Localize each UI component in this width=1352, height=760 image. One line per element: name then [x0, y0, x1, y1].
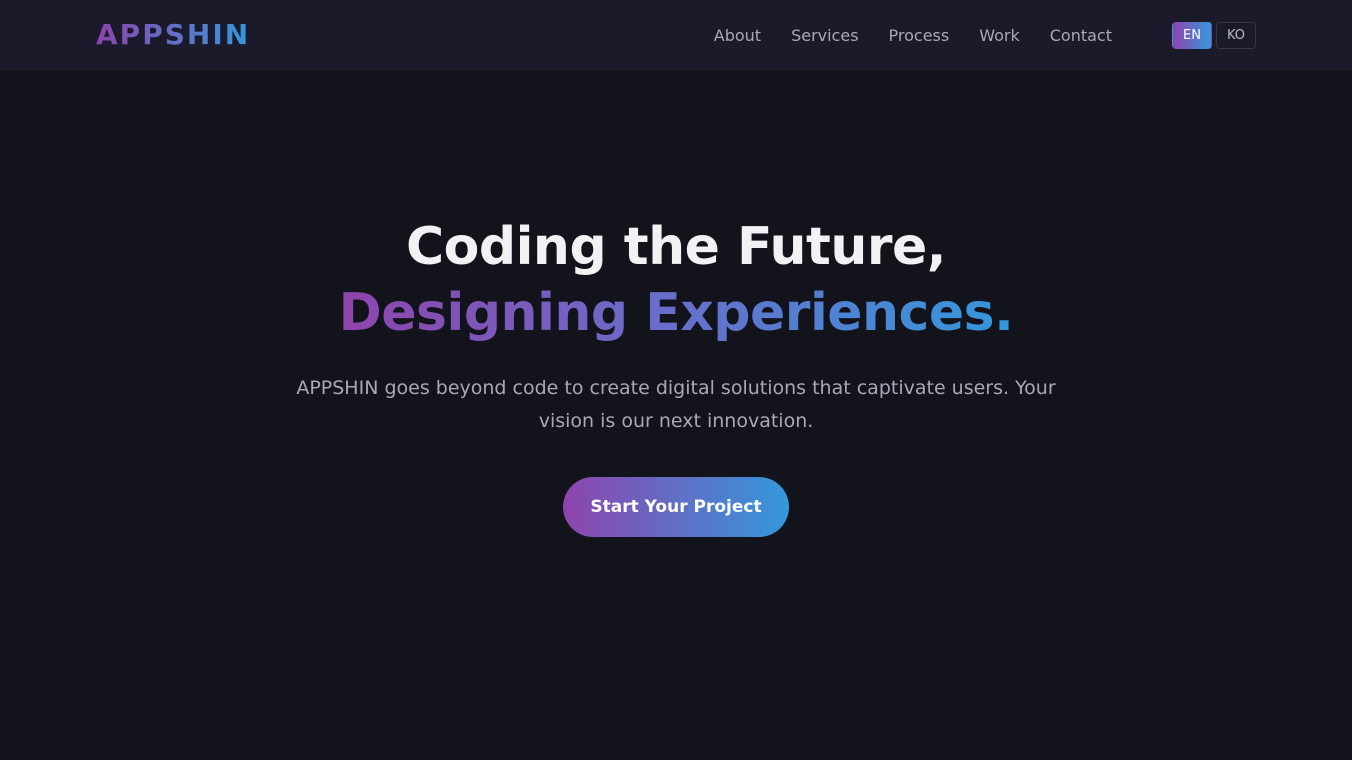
navbar: APPSHIN About Services Process Work Cont… — [0, 0, 1352, 70]
hero-title-line2: Designing Experiences. — [0, 280, 1352, 346]
nav-link-about[interactable]: About — [714, 26, 761, 45]
nav-link-process[interactable]: Process — [889, 26, 950, 45]
hero-title-line1: Coding the Future, — [405, 217, 947, 277]
hero-section: Coding the Future, Designing Experiences… — [0, 70, 1352, 760]
hero-subtitle: APPSHIN goes beyond code to create digit… — [296, 377, 1056, 432]
logo[interactable]: APPSHIN — [96, 18, 250, 52]
hero-title-gradient-text: Designing Experiences. — [338, 283, 1014, 343]
lang-ko-button[interactable]: KO — [1215, 22, 1256, 49]
language-switch: EN KO — [1172, 22, 1256, 49]
nav-link-contact[interactable]: Contact — [1050, 26, 1112, 45]
nav-link-services[interactable]: Services — [791, 26, 858, 45]
start-project-button[interactable]: Start Your Project — [563, 477, 789, 537]
nav-links: About Services Process Work Contact — [714, 0, 1112, 70]
lang-en-button[interactable]: EN — [1172, 22, 1212, 49]
nav-link-work[interactable]: Work — [979, 26, 1020, 45]
